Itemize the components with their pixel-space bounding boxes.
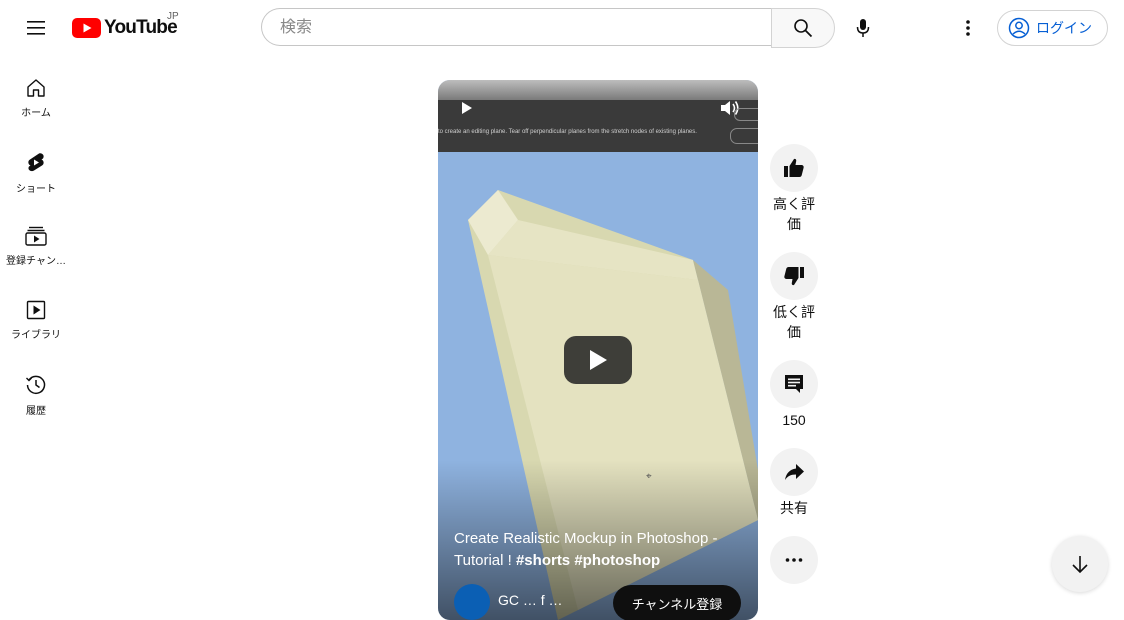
channel-name[interactable]: GC … f …	[498, 592, 563, 608]
search-input[interactable]	[278, 9, 752, 47]
sidebar-item-label: ライブラリ	[11, 330, 61, 341]
play-icon	[590, 350, 607, 370]
more-action	[770, 536, 818, 584]
share-arrow-icon	[785, 464, 804, 480]
next-video-button[interactable]	[1052, 536, 1108, 592]
share-button[interactable]	[770, 448, 818, 496]
sidebar-item-label: 登録チャン…	[6, 256, 66, 267]
youtube-play-logo-icon	[72, 18, 101, 38]
sidebar-item-history[interactable]: 履歴	[0, 360, 72, 434]
dislike-label: 低く評価	[773, 304, 815, 340]
big-play-button[interactable]	[564, 336, 632, 384]
like-label: 高く評価	[773, 196, 815, 232]
microphone-icon	[856, 19, 870, 37]
account-circle-icon	[1008, 17, 1030, 39]
comments-action: 150	[770, 360, 818, 430]
more-actions-button[interactable]	[770, 536, 818, 584]
subscribe-button[interactable]: チャンネル登録	[613, 585, 741, 620]
arrow-down-icon	[1072, 556, 1088, 574]
embedded-caption: to create an editing plane. Tear off per…	[438, 129, 697, 135]
thumbs-down-icon	[784, 267, 804, 286]
logo-text: YouTube	[104, 17, 178, 38]
toolbar-pill	[730, 128, 758, 144]
sidebar-item-library[interactable]: ライブラリ	[0, 286, 72, 360]
comment-icon	[785, 375, 803, 393]
sidebar-item-label: 履歴	[26, 406, 46, 417]
login-label: ログイン	[1036, 20, 1092, 36]
embedded-video-toolbar: to create an editing plane. Tear off per…	[438, 100, 758, 152]
settings-more-button[interactable]	[948, 8, 988, 48]
search-button[interactable]	[771, 8, 835, 48]
home-icon	[27, 79, 45, 97]
voice-search-button[interactable]	[843, 8, 883, 48]
video-title: Create Realistic Mockup in Photoshop - T…	[454, 528, 744, 572]
toolbar-pill	[734, 108, 758, 121]
dislike-action: 低く評価	[770, 252, 818, 342]
sidebar-item-label: ホーム	[21, 108, 51, 119]
sidebar-item-shorts[interactable]: ショート	[0, 138, 72, 212]
more-horizontal-icon	[785, 558, 803, 562]
sidebar-item-subscriptions[interactable]: 登録チャン…	[0, 212, 72, 286]
hamburger-icon	[27, 21, 45, 35]
shorts-player[interactable]: to create an editing plane. Tear off per…	[438, 80, 758, 620]
shorts-icon	[28, 153, 44, 172]
youtube-logo[interactable]: YouTube	[72, 16, 178, 40]
history-icon	[26, 375, 46, 394]
small-play-icon[interactable]	[458, 100, 478, 116]
share-action: 共有	[770, 448, 818, 518]
channel-avatar[interactable]	[454, 584, 490, 620]
video-hashtags[interactable]: #shorts #photoshop	[516, 552, 660, 569]
more-vertical-icon	[966, 20, 970, 36]
library-icon	[26, 300, 46, 320]
player-top-gradient	[438, 80, 758, 100]
login-button[interactable]: ログイン	[997, 10, 1108, 46]
masthead: YouTube JP ログイン	[0, 0, 1124, 56]
subscriptions-icon	[25, 226, 47, 246]
sidebar-item-home[interactable]: ホーム	[0, 64, 72, 138]
like-button[interactable]	[770, 144, 818, 192]
search-box	[261, 8, 771, 47]
comments-count: 150	[782, 412, 806, 428]
guide-menu-button[interactable]	[20, 12, 52, 44]
country-code: JP	[167, 11, 179, 22]
share-label: 共有	[780, 500, 808, 516]
thumbs-up-icon	[784, 158, 804, 177]
like-action: 高く評価	[770, 144, 818, 234]
search-icon	[794, 19, 813, 38]
sidebar-item-label: ショート	[16, 184, 56, 195]
comments-button[interactable]	[770, 360, 818, 408]
dislike-button[interactable]	[770, 252, 818, 300]
